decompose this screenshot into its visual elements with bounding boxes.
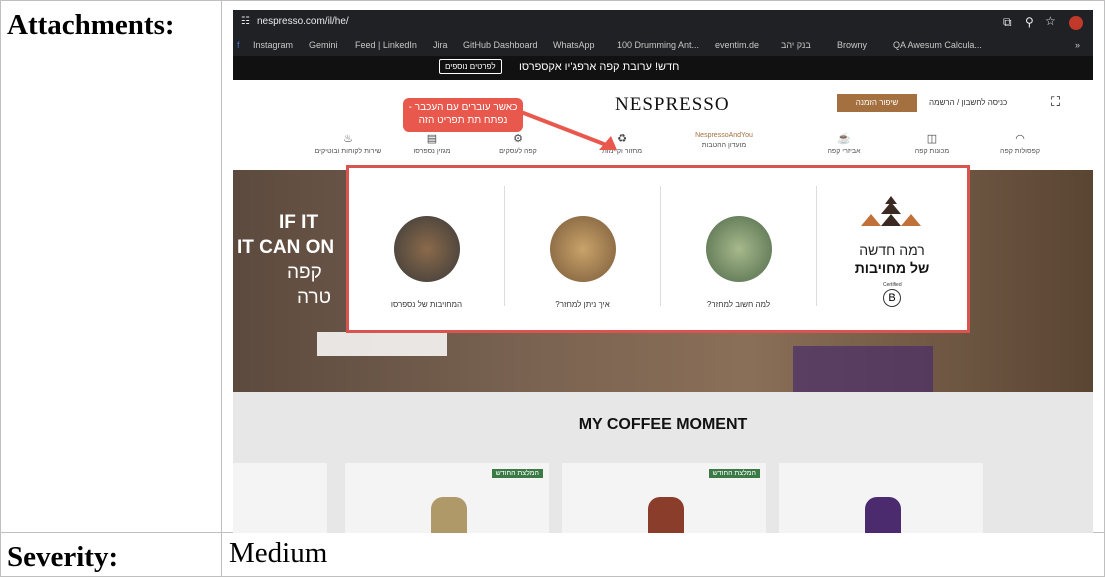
bookmark-gemini[interactable]: Gemini — [309, 40, 338, 50]
bookmarks-bar: f Instagram Gemini Feed | LinkedIn Jira … — [233, 36, 1093, 56]
facebook-icon[interactable]: f — [237, 40, 240, 50]
severity-label: Severity: — [0, 532, 222, 577]
more-bookmarks-icon[interactable]: » — [1075, 40, 1080, 50]
hero-button[interactable] — [317, 332, 447, 356]
severity-value: Medium — [221, 532, 1105, 577]
promo-details-button[interactable]: לפרטים נוספים — [439, 59, 502, 74]
bookmark-drumming[interactable]: 100 Drumming Ant... — [617, 40, 699, 50]
promo-bar: לפרטים נוספים חדש! ערובת קפה ארפג'יו אקס… — [233, 56, 1093, 80]
bookmark-browny[interactable]: Browny — [837, 40, 867, 50]
capsule-image — [865, 497, 901, 533]
nav-machines[interactable]: ◫ מכונות קפה — [897, 132, 967, 155]
bookmark-instagram[interactable]: Instagram — [253, 40, 293, 50]
extension-icon[interactable] — [1069, 16, 1083, 30]
product-card[interactable]: המלצת החודש — [345, 463, 549, 533]
attachments-label: Attachments: — [0, 0, 222, 533]
annotation-arrow — [520, 110, 617, 150]
mega-panel-how[interactable]: איך ניתן למחזר? — [505, 168, 660, 330]
mega-title-line1: רמה חדשה — [859, 242, 925, 258]
product-card[interactable] — [233, 463, 327, 533]
nespresso-logo[interactable]: NESPRESSO — [615, 94, 730, 116]
annotation-callout: כאשר עוברים עם העכבר - נפתח תת תפריט הזה — [403, 98, 523, 132]
section-title: MY COFFEE MOMENT — [578, 416, 748, 433]
capsules-image — [393, 216, 460, 282]
recycling-mega-menu: המחויבות של נספרסו איך ניתן למחזר? למה ח… — [346, 165, 970, 333]
product-card[interactable] — [779, 463, 983, 533]
screenshot: ☷ nespresso.com/il/he/ ⧉ ⚲ ☆ f Instagram… — [233, 10, 1093, 533]
bicycle-image — [705, 216, 772, 282]
nav-capsules[interactable]: ◠ קפסולות קפה — [985, 132, 1055, 155]
service-icon: ♨ — [343, 133, 353, 145]
mega-panel-commitment[interactable]: המחויבות של נספרסו — [349, 168, 504, 330]
cart-icon[interactable]: ⛶ — [1051, 94, 1060, 110]
capsule-stack-icon — [861, 196, 921, 226]
magazine-icon: ▤ — [426, 133, 438, 145]
hero-product-image — [793, 346, 933, 392]
coffee-moment-section: MY COFFEE MOMENT המלצת החודש המלצת החודש — [233, 392, 1093, 533]
nav-magazine[interactable]: ▤ מגזין נספרסו — [397, 132, 467, 155]
cup-icon: ☕ — [837, 133, 851, 145]
order-button[interactable]: שיפור הזמנה — [837, 94, 917, 112]
product-card[interactable]: המלצת החודש — [562, 463, 766, 533]
bookmark-linkedin[interactable]: Feed | LinkedIn — [355, 40, 417, 50]
bookmark-bank[interactable]: בנק יהב — [781, 40, 811, 50]
bcorp-label: Certified — [883, 282, 902, 288]
recommended-badge: המלצת החודש — [708, 469, 760, 478]
star-icon[interactable]: ☆ — [1045, 14, 1056, 28]
browser-address-bar: ☷ nespresso.com/il/he/ ⧉ ⚲ ☆ — [233, 10, 1093, 36]
mega-panel-title[interactable]: רמה חדשה של מחויבות Certified B — [817, 168, 967, 330]
bookmark-eventim[interactable]: eventim.de — [715, 40, 759, 50]
bookmark-jira[interactable]: Jira — [433, 40, 448, 50]
url-text[interactable]: nespresso.com/il/he/ — [257, 16, 349, 27]
promo-text: חדש! ערובת קפה ארפג'יו אקספרסו — [519, 61, 680, 73]
bcorp-icon: B — [883, 289, 901, 307]
capsule-image — [648, 497, 684, 533]
recycle-hands-image — [549, 216, 616, 282]
mega-panel-why[interactable]: למה חשוב למחזר? — [661, 168, 816, 330]
site-header: NESPRESSO שיפור הזמנה כניסה לחשבון / הרש… — [233, 80, 1093, 170]
machine-icon: ◫ — [926, 133, 938, 145]
nav-accessories[interactable]: ☕ אביזרי קפה — [809, 132, 879, 155]
bookmark-github[interactable]: GitHub Dashboard — [463, 40, 538, 50]
capsule-icon: ◠ — [1015, 133, 1025, 145]
recommended-badge: המלצת החודש — [491, 469, 543, 478]
login-link[interactable]: כניסה לחשבון / הרשמה — [929, 98, 1007, 107]
nav-service[interactable]: ♨ שירות לקוחות ובוטיקים — [313, 132, 383, 155]
hero-headline: IF IT IT CAN ON קפה טרה — [237, 212, 335, 308]
capsule-image — [431, 497, 467, 533]
nav-club[interactable]: NespressoAndYou מועדון ההטבות — [689, 132, 759, 149]
mega-title-line2: של מחויבות — [854, 260, 930, 276]
zoom-icon[interactable]: ⚲ — [1025, 15, 1034, 29]
install-icon[interactable]: ⧉ — [1003, 15, 1012, 30]
bookmark-whatsapp[interactable]: WhatsApp — [553, 40, 595, 50]
bookmark-qa[interactable]: QA Awesum Calcula... — [893, 40, 982, 50]
site-settings-icon[interactable]: ☷ — [241, 16, 250, 27]
